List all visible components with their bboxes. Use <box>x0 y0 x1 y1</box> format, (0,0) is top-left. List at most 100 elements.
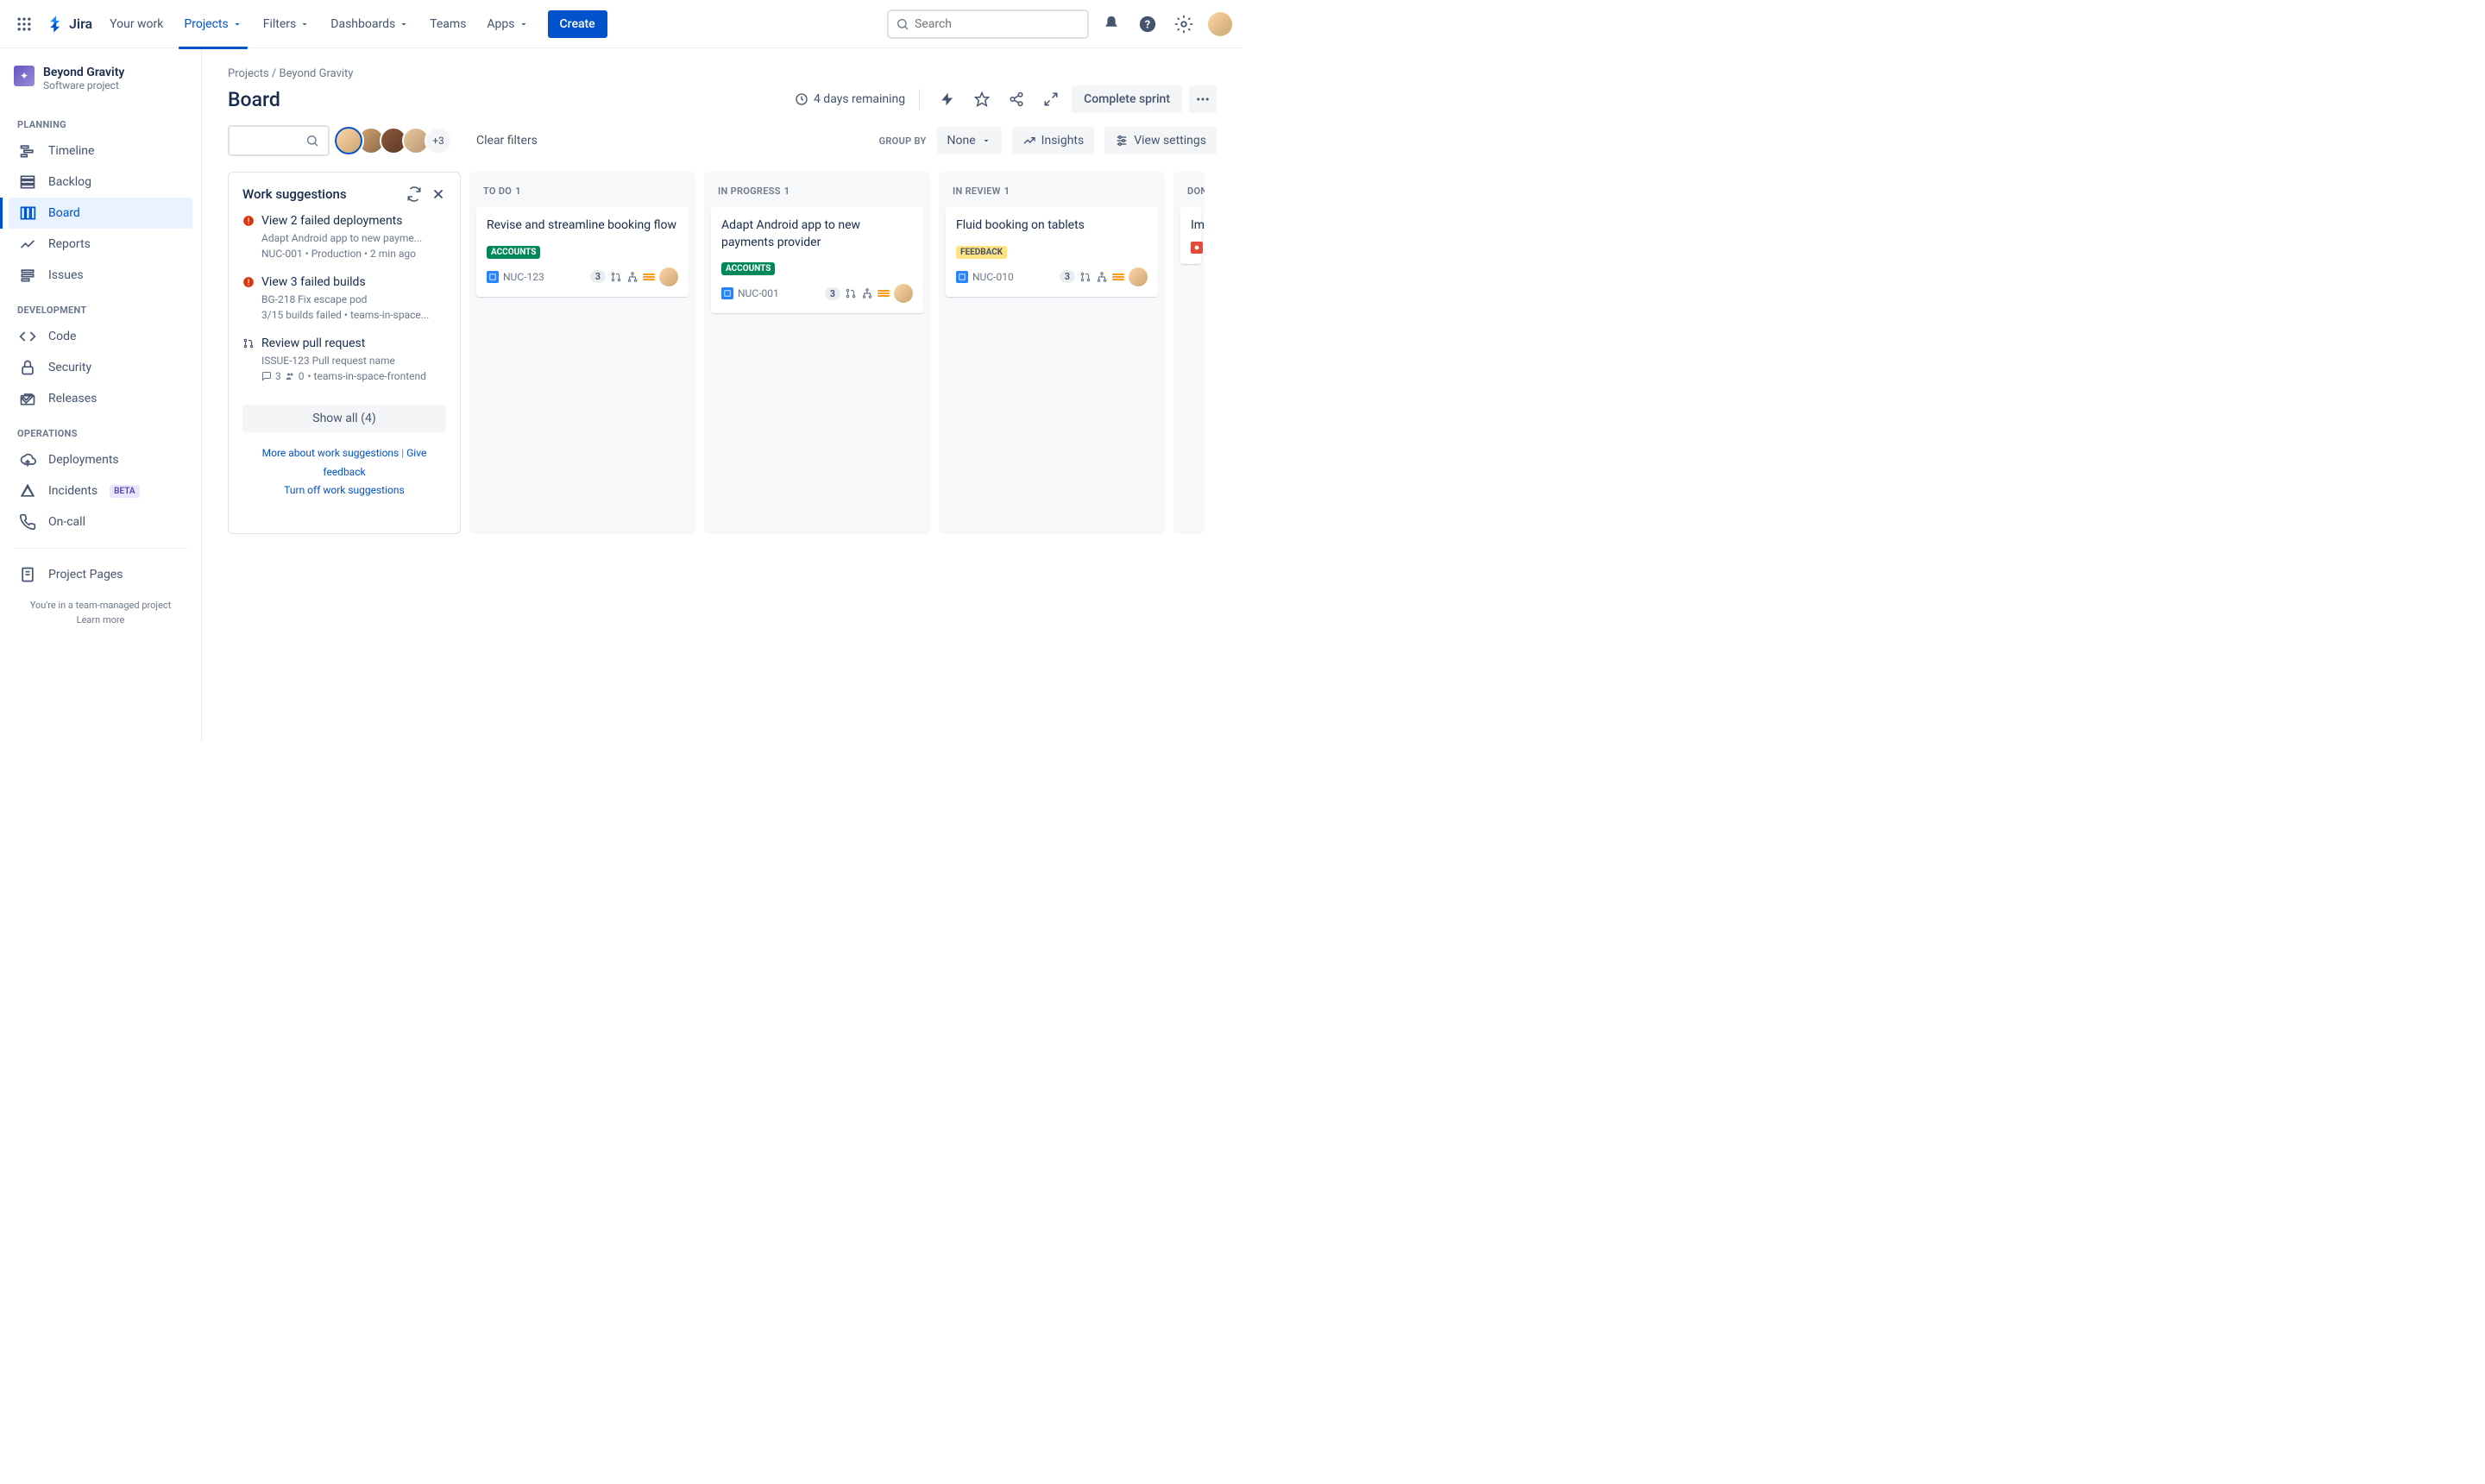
suggestions-title: Work suggestions <box>242 186 347 202</box>
releases-icon <box>19 390 36 407</box>
sidebar-item-issues[interactable]: Issues <box>9 260 192 291</box>
project-icon: ✦ <box>14 66 35 86</box>
app-switcher-icon[interactable] <box>10 10 38 38</box>
sidebar-item-backlog[interactable]: Backlog <box>9 167 192 198</box>
global-search[interactable] <box>887 9 1089 39</box>
chevron-down-icon <box>399 19 409 29</box>
deployments-icon <box>19 451 36 468</box>
section-planning: PLANNING <box>9 105 192 135</box>
avatar-more[interactable]: +3 <box>425 127 452 154</box>
chevron-down-icon <box>232 19 242 29</box>
chevron-down-icon <box>519 19 529 29</box>
search-input[interactable] <box>915 17 1080 31</box>
issue-card[interactable]: Revise and streamline booking flow ACCOU… <box>476 207 689 297</box>
jira-logo[interactable]: Jira <box>41 15 98 34</box>
project-header[interactable]: ✦ Beyond Gravity Software project <box>9 66 192 105</box>
beta-badge: BETA <box>110 485 140 498</box>
issue-card[interactable]: Adapt Android app to new payments provid… <box>711 207 923 313</box>
story-points: 3 <box>1060 270 1075 283</box>
section-development: DEVELOPMENT <box>9 291 192 321</box>
story-icon <box>956 271 968 283</box>
timeline-icon <box>19 142 36 160</box>
pull-request-icon <box>845 287 857 299</box>
sidebar-item-project-pages[interactable]: Project Pages <box>9 559 192 590</box>
column-done: DONE Imp <box>1173 172 1205 534</box>
profile-avatar[interactable] <box>1208 12 1232 36</box>
clear-filters-link[interactable]: Clear filters <box>476 134 538 148</box>
breadcrumb-root[interactable]: Projects <box>228 67 269 80</box>
more-actions-button[interactable] <box>1189 85 1217 113</box>
page-title: Board <box>228 88 280 111</box>
refresh-icon[interactable] <box>406 186 422 202</box>
share-icon[interactable] <box>1003 85 1030 113</box>
story-points: 3 <box>590 270 606 283</box>
notifications-icon[interactable] <box>1098 10 1125 38</box>
sidebar-item-timeline[interactable]: Timeline <box>9 135 192 167</box>
nav-filters[interactable]: Filters <box>255 10 319 38</box>
suggestion-item[interactable]: View 3 failed builds BG-218 Fix escape p… <box>242 275 446 323</box>
sidebar-item-reports[interactable]: Reports <box>9 229 192 260</box>
project-title: Beyond Gravity <box>43 66 124 79</box>
code-icon <box>19 328 36 345</box>
star-icon[interactable] <box>968 85 996 113</box>
content: Projects / Beyond Gravity Board 4 days r… <box>202 48 1242 742</box>
chevron-down-icon <box>981 135 991 146</box>
column-todo: TO DO1 Revise and streamline booking flo… <box>469 172 695 534</box>
card-tag: ACCOUNTS <box>721 262 775 275</box>
column-in-review: IN REVIEW1 Fluid booking on tablets FEED… <box>939 172 1165 534</box>
sidebar-item-releases[interactable]: Releases <box>9 383 192 414</box>
sidebar-item-board[interactable]: Board <box>9 198 192 229</box>
sidebar-item-deployments[interactable]: Deployments <box>9 444 192 475</box>
nav-apps[interactable]: Apps <box>478 10 537 38</box>
story-icon <box>487 271 499 283</box>
card-tag: FEEDBACK <box>956 246 1007 259</box>
issue-card[interactable]: Imp <box>1180 207 1201 264</box>
complete-sprint-button[interactable]: Complete sprint <box>1072 85 1182 113</box>
suggestion-item[interactable]: View 2 failed deployments Adapt Android … <box>242 214 446 261</box>
avatar-1[interactable] <box>335 127 362 154</box>
turn-off-link[interactable]: Turn off work suggestions <box>284 484 404 496</box>
days-remaining: 4 days remaining <box>795 92 905 106</box>
view-settings-button[interactable]: View settings <box>1104 127 1217 154</box>
sidebar-item-incidents[interactable]: IncidentsBETA <box>9 475 192 506</box>
svg-text:?: ? <box>1145 18 1150 31</box>
backlog-icon <box>19 173 36 191</box>
nav-dashboards[interactable]: Dashboards <box>322 10 418 38</box>
top-nav: Jira Your work Projects Filters Dashboar… <box>0 0 1242 48</box>
subtasks-icon <box>626 271 639 283</box>
nav-your-work[interactable]: Your work <box>101 10 172 38</box>
close-icon[interactable] <box>431 186 446 202</box>
sidebar-item-oncall[interactable]: On-call <box>9 506 192 538</box>
insights-button[interactable]: Insights <box>1012 127 1095 154</box>
column-in-progress: IN PROGRESS1 Adapt Android app to new pa… <box>704 172 930 534</box>
help-icon[interactable]: ? <box>1134 10 1161 38</box>
nav-teams[interactable]: Teams <box>421 10 475 38</box>
lock-icon <box>19 359 36 376</box>
nav-projects[interactable]: Projects <box>175 10 250 38</box>
story-points: 3 <box>825 287 840 300</box>
sidebar-item-code[interactable]: Code <box>9 321 192 352</box>
create-button[interactable]: Create <box>548 10 607 38</box>
automation-icon[interactable] <box>934 85 961 113</box>
insights-icon <box>1022 134 1036 148</box>
chevron-down-icon <box>299 19 310 29</box>
board-search[interactable] <box>228 125 330 156</box>
suggestion-item[interactable]: Review pull request ISSUE-123 Pull reque… <box>242 336 446 384</box>
issues-icon <box>19 267 36 284</box>
settings-icon[interactable] <box>1170 10 1198 38</box>
show-all-button[interactable]: Show all (4) <box>242 405 446 432</box>
bug-icon <box>1191 242 1203 254</box>
subtasks-icon <box>1096 271 1108 283</box>
fullscreen-icon[interactable] <box>1037 85 1065 113</box>
issue-key: NUC-010 <box>956 271 1014 283</box>
card-title: Revise and streamline booking flow <box>487 217 678 235</box>
group-by-select[interactable]: None <box>937 127 1002 154</box>
more-suggestions-link[interactable]: More about work suggestions <box>262 447 399 459</box>
subtasks-icon <box>861 287 873 299</box>
card-title: Fluid booking on tablets <box>956 217 1148 235</box>
sidebar-item-security[interactable]: Security <box>9 352 192 383</box>
group-by-label: GROUP BY <box>879 135 927 147</box>
section-operations: OPERATIONS <box>9 414 192 444</box>
issue-card[interactable]: Fluid booking on tablets FEEDBACK NUC-01… <box>946 207 1158 297</box>
learn-more-link[interactable]: Learn more <box>77 614 125 626</box>
